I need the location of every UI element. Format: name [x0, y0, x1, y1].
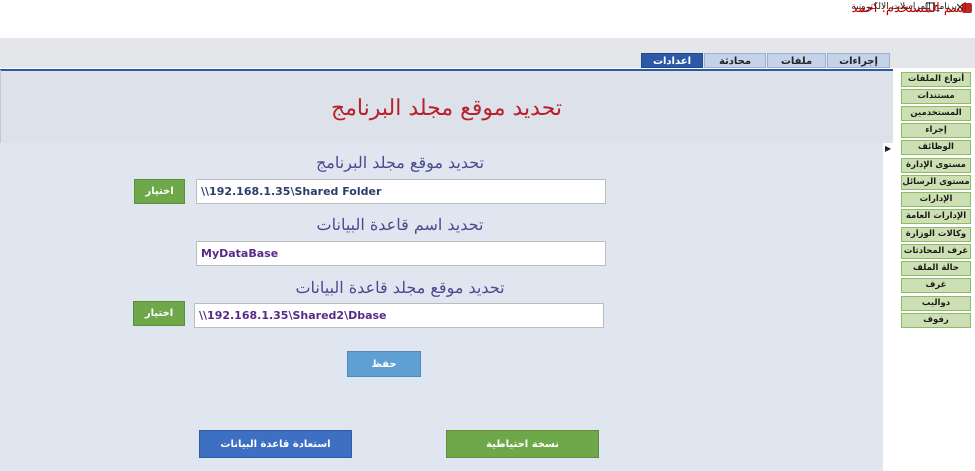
sidebar-item-chat-rooms[interactable]: غرف المحادثات	[901, 244, 971, 259]
sidebar-item-management-level[interactable]: مستوى الإدارة	[901, 158, 971, 173]
save-button[interactable]: حفظ	[347, 351, 421, 377]
current-user-label: اسم المستخدم: احمد	[851, 1, 967, 16]
database-folder-field[interactable]: \\192.168.1.35\Shared2\Dbase	[194, 303, 604, 328]
sidebar-item-ministry-agencies[interactable]: وكالات الوزارة	[901, 227, 971, 242]
sidebar-item-file-status[interactable]: حالة الملف	[901, 261, 971, 276]
sidebar-item-message-level[interactable]: مستوى الرسائل	[901, 175, 971, 190]
panel-separator	[883, 143, 893, 471]
program-folder-field[interactable]: \\192.168.1.35\Shared Folder	[196, 179, 606, 204]
page-title: تحديد موقع مجلد البرنامج	[330, 96, 563, 121]
backup-button[interactable]: نسخة احتياطية	[446, 430, 599, 458]
sidebar-item-file-types[interactable]: أنواع الملفات	[901, 72, 971, 87]
sidebar-item-documents[interactable]: مستندات	[901, 89, 971, 104]
tab-procedures[interactable]: إجراءات	[827, 53, 890, 68]
sidebar-item-departments[interactable]: الإدارات	[901, 192, 971, 207]
choose-database-folder-button[interactable]: اختيار	[133, 301, 185, 326]
tab-settings[interactable]: اعدادات	[641, 53, 703, 68]
window-title-bar	[0, 0, 975, 17]
sidebar-item-general-departments[interactable]: الإدارات العامة	[901, 209, 971, 224]
choose-program-folder-button[interactable]: اختيار	[134, 179, 185, 204]
restore-database-button[interactable]: استعادة قاعدة البيانات	[199, 430, 352, 458]
sidebar-item-shelves[interactable]: رفوف	[901, 313, 971, 328]
expand-arrow-icon[interactable]: ▶	[885, 144, 891, 153]
database-name-label: تحديد اسم قاعدة البيانات	[316, 215, 484, 234]
tab-chat[interactable]: محادثة	[704, 53, 766, 68]
tab-files[interactable]: ملفات	[767, 53, 826, 68]
sidebar-item-procedure[interactable]: إجراء	[901, 123, 971, 138]
database-name-field[interactable]: MyDataBase	[196, 241, 606, 266]
sidebar-item-rooms[interactable]: غرف	[901, 278, 971, 293]
user-bar	[0, 17, 975, 38]
sidebar-item-users[interactable]: المستخدمين	[901, 106, 971, 121]
program-folder-label: تحديد موقع مجلد البرنامج	[315, 153, 485, 172]
sidebar-item-cabinets[interactable]: دواليب	[901, 296, 971, 311]
sidebar-item-jobs[interactable]: الوظائف	[901, 140, 971, 155]
database-folder-label: تحديد موقع مجلد قاعدة البيانات	[295, 278, 505, 297]
